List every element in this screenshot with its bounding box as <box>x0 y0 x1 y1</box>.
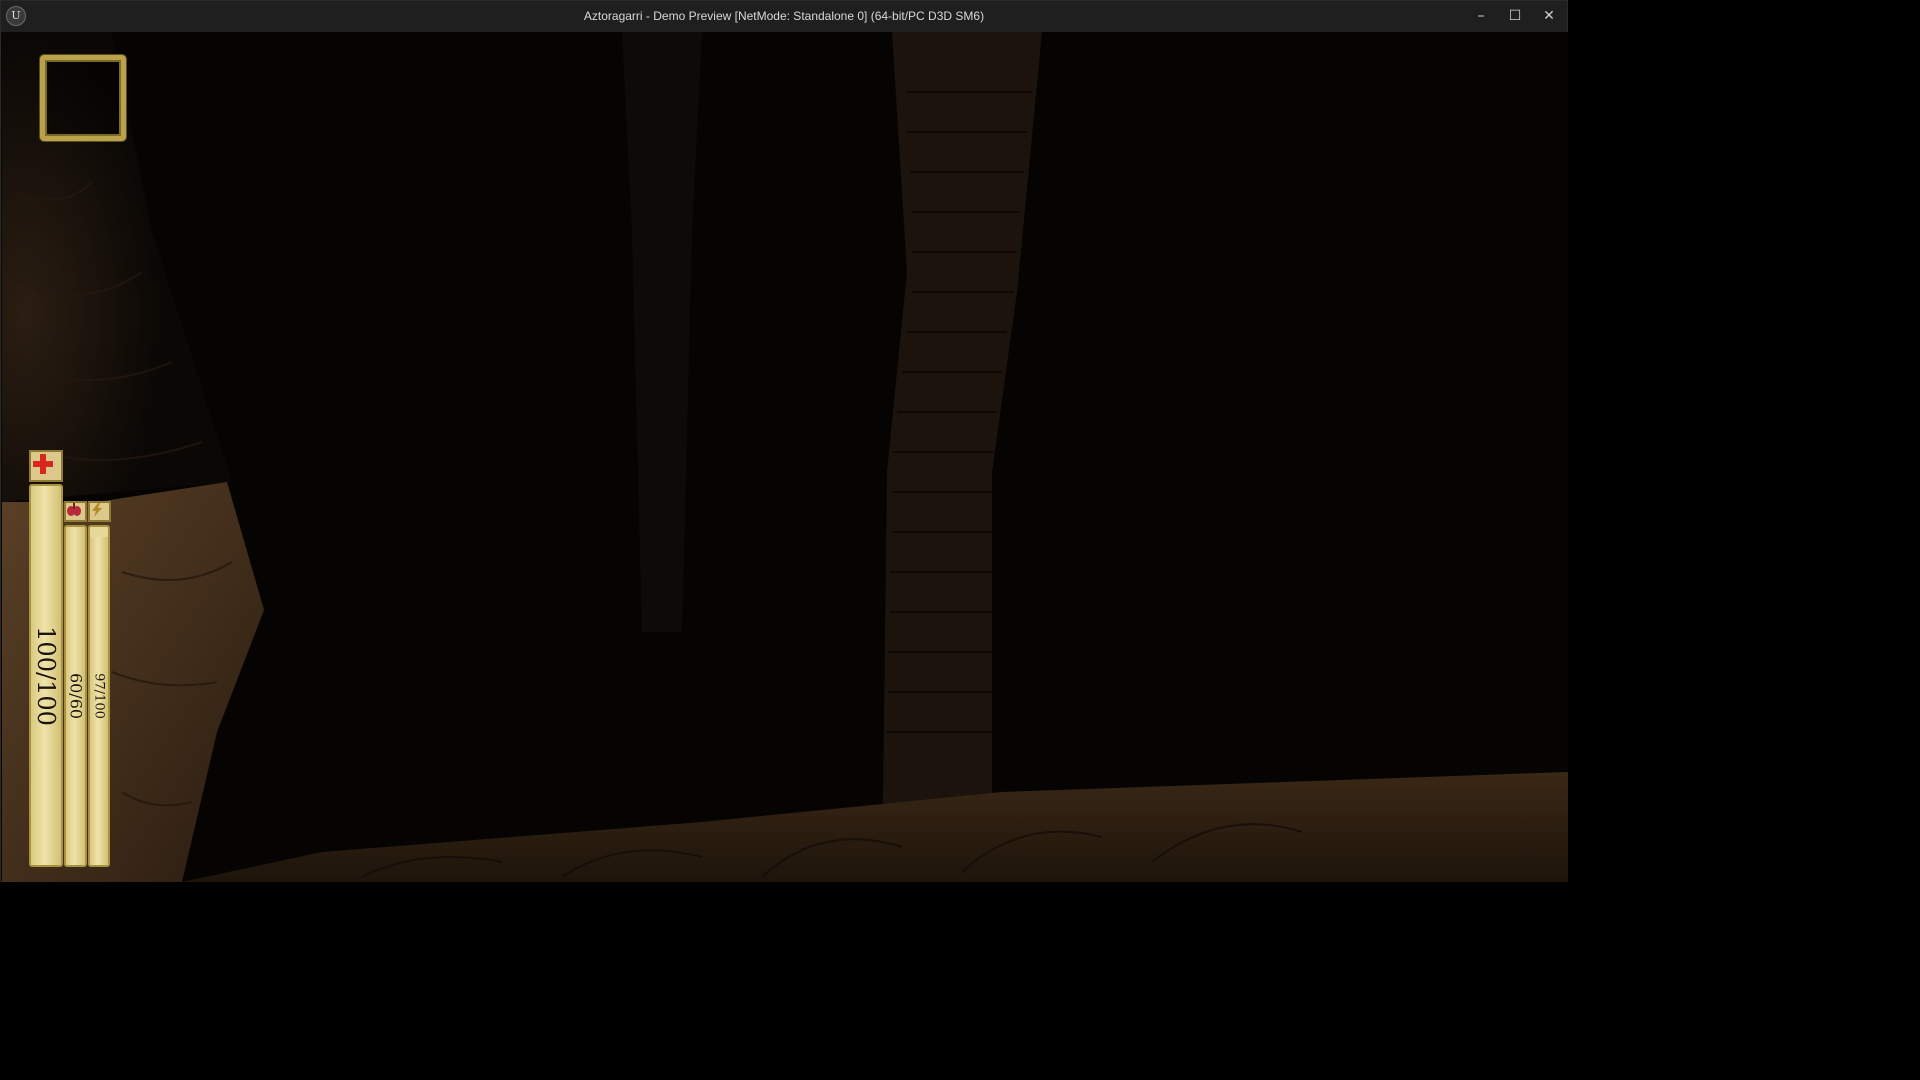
game-viewport[interactable]: 100/100 60/60 97/100 <box>2 32 1568 882</box>
maximize-button[interactable]: ☐ <box>1498 1 1532 32</box>
close-button[interactable]: ✕ <box>1532 1 1566 32</box>
title-bar[interactable]: U Aztoragarri - Demo Preview [NetMode: S… <box>1 1 1567 33</box>
dungeon-scene <box>2 32 1568 882</box>
lightning-icon <box>88 501 111 522</box>
lungs-icon <box>64 501 87 522</box>
health-value: 100/100 <box>32 625 60 726</box>
stamina-bar: 60/60 <box>64 525 87 867</box>
energy-value: 97/100 <box>91 673 107 719</box>
health-bar: 100/100 <box>29 484 63 867</box>
energy-bar: 97/100 <box>88 525 110 867</box>
portrait-frame <box>40 55 126 141</box>
game-window: U Aztoragarri - Demo Preview [NetMode: S… <box>0 0 1568 882</box>
red-cross-icon <box>29 450 63 482</box>
window-title: Aztoragarri - Demo Preview [NetMode: Sta… <box>583 9 985 23</box>
minimize-button[interactable]: – <box>1464 1 1498 32</box>
stamina-value: 60/60 <box>66 672 85 720</box>
